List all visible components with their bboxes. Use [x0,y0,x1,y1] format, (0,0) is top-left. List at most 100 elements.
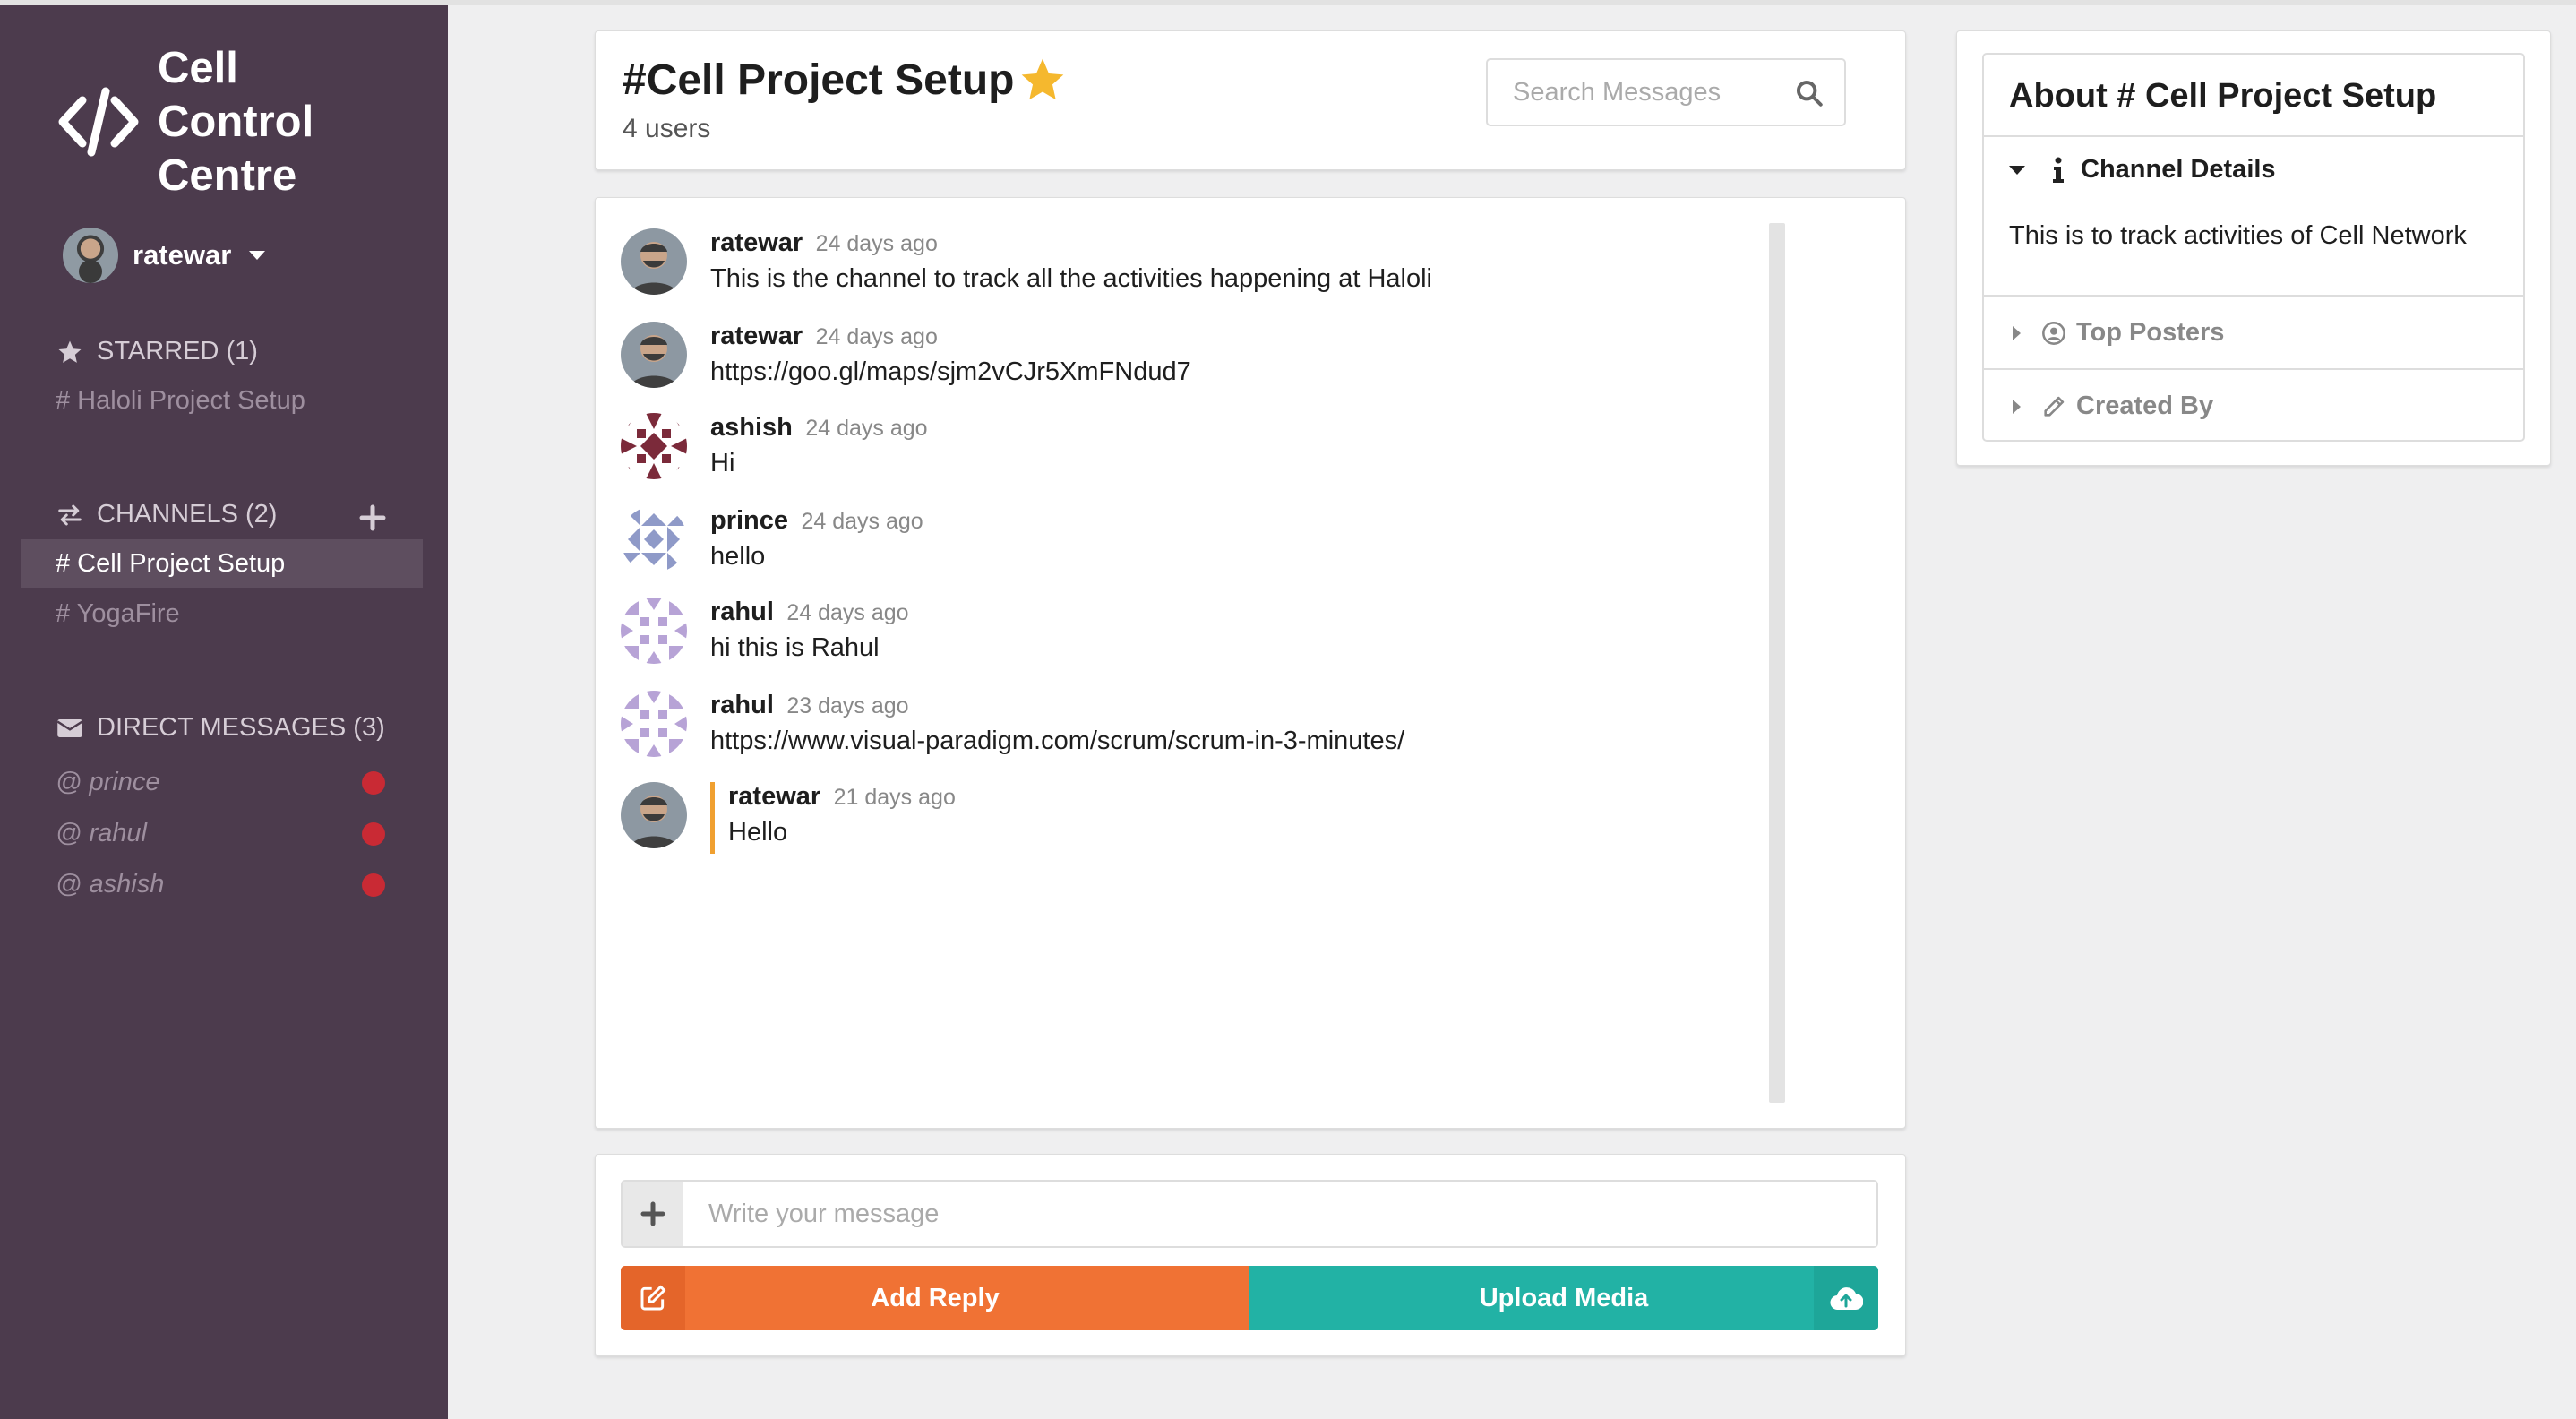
channels-header-label: CHANNELS (2) [97,500,278,529]
app-logo[interactable]: Cell Control Centre [56,41,313,202]
app-name-line: Cell [158,44,238,92]
add-reply-button[interactable]: Add Reply [621,1266,1249,1330]
plus-icon [640,1201,665,1226]
channel-user-count: 4 users [623,114,711,143]
upload-media-label: Upload Media [1479,1284,1649,1312]
starred-header: STARRED (1) [56,337,258,366]
message-header: ratewar 24 days ago [710,228,938,258]
channel-item-cell-project-setup[interactable]: # Cell Project Setup [21,539,423,588]
sidebar: Cell Control Centre ratewar STARRED (1) … [0,5,448,1419]
app-name: Cell Control Centre [158,41,313,202]
channel-header: #Cell Project Setup 4 users [595,30,1906,170]
channel-details-toggle[interactable]: Channel Details [1984,155,2523,185]
message-time: 24 days ago [815,324,938,349]
chevron-down-icon [249,251,266,260]
created-by-label: Created By [2076,391,2214,420]
message-header: ratewar 24 days ago [710,322,938,351]
pencil-icon [2040,393,2067,420]
user-menu[interactable]: ratewar [63,228,266,283]
message-text: Hi [710,449,735,477]
message-list: ratewar 24 days ago This is the channel … [595,197,1906,1129]
message-time: 24 days ago [801,509,923,534]
star-icon[interactable] [1018,55,1068,105]
message-time: 24 days ago [815,231,938,256]
about-card: About # Cell Project Setup Channel Detai… [1982,53,2525,442]
avatar [621,506,687,572]
starred-header-label: STARRED (1) [97,337,258,366]
message-header: rahul 23 days ago [710,691,909,720]
dm-item-ashish[interactable]: @ ashish [21,860,423,908]
dm-header-label: DIRECT MESSAGES (3) [97,713,385,742]
message-header: prince 24 days ago [710,506,923,536]
chevron-down-icon [2009,165,2025,175]
message-composer: Add Reply Upload Media [595,1154,1906,1356]
channels-header: CHANNELS (2) [56,500,277,529]
top-posters-toggle[interactable]: Top Posters [1984,318,2523,348]
message-scrollbar[interactable] [1769,223,1785,1103]
message-author[interactable]: rahul [710,691,774,719]
message-link[interactable]: https://goo.gl/maps/sjm2vCJr5XmFNdud7 [710,357,1191,387]
upload-media-button[interactable]: Upload Media [1249,1266,1878,1330]
app-name-line: Centre [158,151,297,200]
message-author[interactable]: rahul [710,598,774,626]
dm-item-prince[interactable]: @ prince [21,758,423,806]
top-posters-label: Top Posters [2076,318,2225,347]
star-icon [56,338,84,366]
search-input[interactable] [1488,60,1774,125]
created-by-toggle[interactable]: Created By [1984,391,2523,421]
search-icon[interactable] [1794,78,1825,108]
dm-header: DIRECT MESSAGES (3) [56,713,385,743]
avatar [621,228,687,295]
dm-item-label: @ rahul [56,819,147,847]
reply-accent-bar [710,782,715,854]
message-input-group [621,1180,1878,1248]
about-title: About # Cell Project Setup [1984,55,2523,137]
divider [1984,368,2523,370]
status-dot [362,873,385,897]
message-header: rahul 24 days ago [710,598,909,627]
cloud-upload-icon [1814,1266,1878,1330]
message-text: hi this is Rahul [710,633,880,662]
channel-description: This is to track activities of Cell Netw… [2009,221,2467,250]
avatar [621,691,687,757]
message-text: hello [710,542,766,571]
message-author[interactable]: ratewar [710,322,803,350]
message-text: This is the channel to track all the act… [710,264,1432,293]
message-author[interactable]: ratewar [710,228,803,257]
status-dot [362,822,385,846]
avatar [621,598,687,664]
avatar [621,782,687,848]
code-icon [58,87,139,157]
message-link[interactable]: https://www.visual-paradigm.com/scrum/sc… [710,727,1404,756]
message-author[interactable]: ashish [710,413,793,442]
envelope-icon [56,714,84,743]
channel-item-yogafire[interactable]: # YogaFire [21,589,423,638]
add-channel-button[interactable] [358,503,387,532]
message-author[interactable]: prince [710,506,788,535]
message-header: ashish 24 days ago [710,413,928,443]
search-box [1486,58,1846,126]
avatar [621,322,687,388]
message-header: ratewar 21 days ago [728,782,956,812]
attach-button[interactable] [623,1182,683,1246]
message-author[interactable]: ratewar [728,782,820,811]
app-name-line: Control [158,98,314,146]
divider [1984,295,2523,297]
message-time: 24 days ago [805,416,928,441]
about-panel: About # Cell Project Setup Channel Detai… [1956,30,2551,466]
dm-item-label: @ prince [56,768,160,796]
channel-details-label: Channel Details [2081,155,2276,184]
dm-item-label: @ ashish [56,870,165,899]
message-time: 21 days ago [833,785,956,810]
info-icon [2045,157,2072,184]
message-time: 23 days ago [786,693,909,718]
message-input[interactable] [683,1182,1876,1246]
channel-title-text: #Cell Project Setup [623,56,1015,104]
user-name: ratewar [133,239,232,271]
exchange-icon [56,501,84,529]
starred-item-haloli[interactable]: # Haloli Project Setup [21,376,423,425]
message-text: Hello [728,818,788,847]
user-circle-icon [2040,320,2067,347]
status-dot [362,771,385,795]
dm-item-rahul[interactable]: @ rahul [21,809,423,857]
